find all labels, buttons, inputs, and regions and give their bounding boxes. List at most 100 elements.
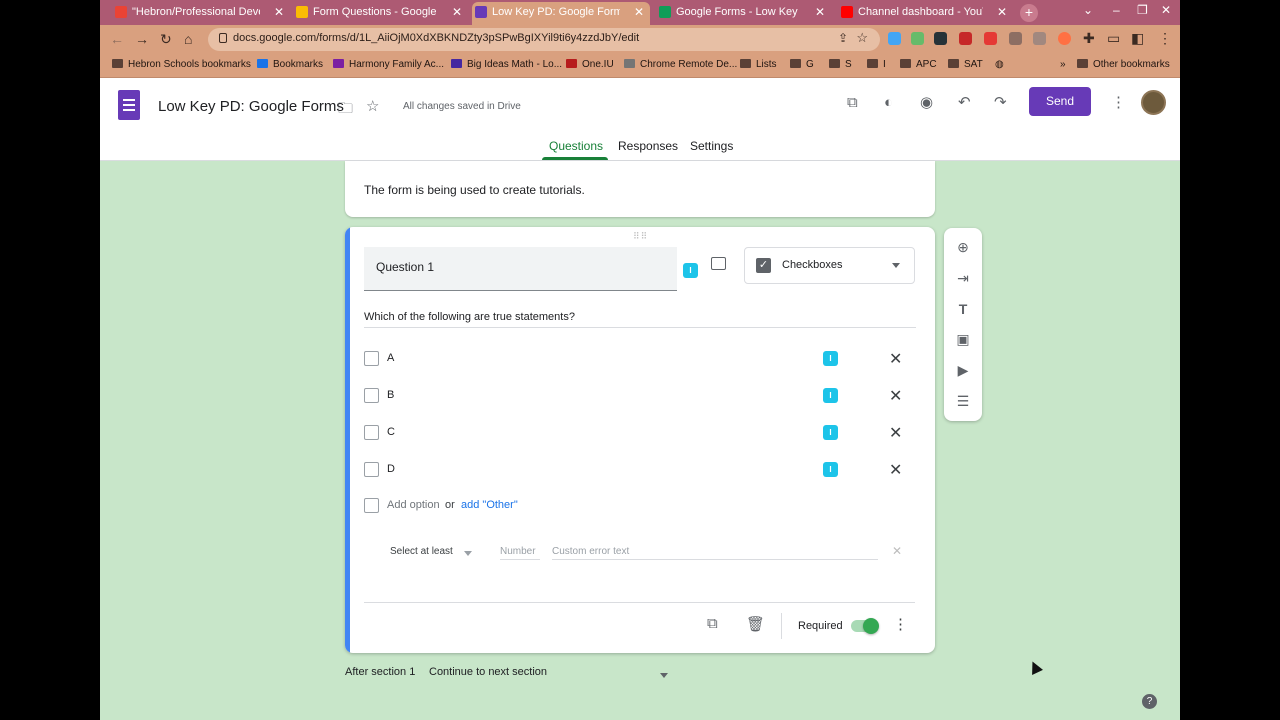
- add-option-button[interactable]: Add option: [387, 499, 440, 511]
- required-toggle[interactable]: [851, 618, 879, 634]
- question-card[interactable]: ⠿⠿ Question 1 I ✓ Checkboxes Which of th…: [345, 227, 935, 653]
- equation-tag-icon[interactable]: I: [823, 425, 838, 440]
- forward-icon[interactable]: →: [135, 31, 149, 47]
- delete-icon[interactable]: 🗑: [746, 615, 765, 633]
- close-icon[interactable]: ✕: [997, 2, 1007, 22]
- close-icon[interactable]: ✕: [815, 2, 825, 22]
- custom-error-input[interactable]: Custom error text: [552, 546, 878, 560]
- chrome-menu-icon[interactable]: ⋮: [1158, 30, 1172, 47]
- remove-option-icon[interactable]: ✕: [889, 349, 902, 369]
- bookmark-item[interactable]: G: [790, 59, 814, 70]
- palette-icon[interactable]: ◐: [884, 94, 893, 111]
- remove-option-icon[interactable]: ✕: [889, 386, 902, 406]
- redo-icon[interactable]: ↷: [994, 93, 1007, 111]
- question-description-field[interactable]: Which of the following are true statemen…: [364, 311, 916, 328]
- extension-icon[interactable]: [1033, 32, 1046, 45]
- tab-questions[interactable]: Questions: [549, 139, 603, 153]
- bookmark-item[interactable]: One.IU: [566, 59, 614, 70]
- extension-icon[interactable]: [911, 32, 924, 45]
- question-type-dropdown[interactable]: ✓ Checkboxes: [744, 247, 915, 284]
- equation-tag-icon[interactable]: I: [823, 351, 838, 366]
- extension-icon[interactable]: [1058, 32, 1071, 45]
- add-section-icon[interactable]: ☰: [955, 393, 971, 409]
- bookmark-item[interactable]: Bookmarks: [257, 59, 323, 70]
- validation-rule-dropdown[interactable]: Select at least: [390, 546, 453, 557]
- bookmark-star-icon[interactable]: ☆: [856, 30, 868, 46]
- google-forms-logo-icon[interactable]: [118, 90, 140, 120]
- address-bar[interactable]: docs.google.com/forms/d/1L_AiiOjM0XdXBKN…: [208, 28, 880, 51]
- browser-tab-active[interactable]: Low Key PD: Google Forms - Goo ✕: [472, 2, 650, 25]
- undo-icon[interactable]: ↶: [958, 93, 971, 111]
- new-tab-button[interactable]: +: [1020, 4, 1038, 22]
- close-window-icon[interactable]: ✕: [1161, 3, 1171, 17]
- share-icon[interactable]: ⇪: [838, 31, 848, 45]
- browser-toolbar: ← → ↻ ⌂ docs.google.com/forms/d/1L_AiiOj…: [100, 25, 1180, 54]
- bookmark-item[interactable]: APC: [900, 59, 937, 70]
- preview-eye-icon[interactable]: ◉: [920, 93, 933, 111]
- globe-icon[interactable]: ◍: [995, 59, 1004, 70]
- reload-icon[interactable]: ↻: [160, 31, 172, 48]
- bookmark-item[interactable]: Lists: [740, 59, 777, 70]
- star-icon[interactable]: ☆: [366, 97, 379, 115]
- remove-option-icon[interactable]: ✕: [889, 423, 902, 443]
- add-ons-icon[interactable]: ⧉: [847, 94, 858, 111]
- home-icon[interactable]: ⌂: [184, 31, 192, 47]
- more-options-icon[interactable]: ⋮: [1111, 93, 1126, 111]
- form-title[interactable]: Low Key PD: Google Forms: [158, 98, 344, 115]
- bookmark-item[interactable]: S: [829, 59, 852, 70]
- import-questions-icon[interactable]: ⇥: [955, 270, 971, 286]
- more-options-icon[interactable]: ⋮: [893, 615, 908, 633]
- extension-icon[interactable]: [1009, 32, 1022, 45]
- drag-handle-icon[interactable]: ⠿⠿: [633, 231, 648, 242]
- browser-tab[interactable]: Google Forms - Low Key PD Ide ✕: [656, 2, 831, 25]
- form-title-card[interactable]: The form is being used to create tutoria…: [345, 161, 935, 217]
- extensions-puzzle-icon[interactable]: ✚: [1083, 30, 1095, 47]
- cast-icon[interactable]: ▭: [1107, 30, 1120, 47]
- help-icon[interactable]: ?: [1142, 694, 1157, 709]
- duplicate-icon[interactable]: ⧉: [707, 615, 718, 632]
- remove-option-icon[interactable]: ✕: [889, 460, 902, 480]
- bookmark-item[interactable]: Chrome Remote De...: [624, 59, 737, 70]
- tab-search-icon[interactable]: ⌄: [1083, 3, 1093, 17]
- extension-icon[interactable]: [934, 32, 947, 45]
- restore-icon[interactable]: ❐: [1137, 3, 1148, 17]
- validation-number-input[interactable]: Number: [500, 546, 540, 560]
- bookmark-item[interactable]: Hebron Schools bookmarks: [112, 59, 251, 70]
- bookmark-item[interactable]: Big Ideas Math - Lo...: [451, 59, 562, 70]
- bookmark-item[interactable]: I: [867, 59, 886, 70]
- close-icon[interactable]: ✕: [634, 2, 644, 22]
- bookmark-item[interactable]: SAT: [948, 59, 983, 70]
- add-image-icon[interactable]: ▣: [955, 331, 971, 347]
- avatar[interactable]: [1141, 90, 1166, 115]
- add-question-icon[interactable]: ⊕: [955, 239, 971, 255]
- extension-icon[interactable]: [984, 32, 997, 45]
- equation-tag-icon[interactable]: I: [683, 263, 698, 278]
- bookmark-item[interactable]: Other bookmarks: [1077, 59, 1170, 70]
- close-icon[interactable]: ✕: [452, 2, 462, 22]
- browser-tab[interactable]: Channel dashboard - YouTube S ✕: [838, 2, 1013, 25]
- bookmark-item[interactable]: Harmony Family Ac...: [333, 59, 444, 70]
- tab-settings[interactable]: Settings: [690, 139, 733, 153]
- browser-tab[interactable]: "Hebron/Professional Developm ✕: [112, 2, 290, 25]
- minimize-icon[interactable]: –: [1113, 3, 1120, 17]
- equation-tag-icon[interactable]: I: [823, 462, 838, 477]
- extension-icon[interactable]: [888, 32, 901, 45]
- close-icon[interactable]: ✕: [274, 2, 284, 22]
- extension-icon[interactable]: [959, 32, 972, 45]
- side-panel-icon[interactable]: ◧: [1131, 30, 1144, 47]
- equation-tag-icon[interactable]: I: [823, 388, 838, 403]
- tab-responses[interactable]: Responses: [618, 139, 678, 153]
- close-icon[interactable]: ✕: [892, 544, 902, 558]
- question-title-field[interactable]: Question 1: [364, 247, 677, 291]
- add-video-icon[interactable]: ▶: [955, 362, 971, 378]
- folder-icon[interactable]: 🗀: [338, 98, 353, 123]
- send-button[interactable]: Send: [1029, 87, 1091, 116]
- form-description[interactable]: The form is being used to create tutoria…: [364, 183, 585, 197]
- more-bookmarks-icon[interactable]: »: [1060, 59, 1066, 70]
- after-section-dropdown[interactable]: Continue to next section: [429, 666, 547, 678]
- browser-tab[interactable]: Form Questions - Google Drive ✕: [293, 2, 468, 25]
- add-title-icon[interactable]: T: [955, 301, 971, 317]
- add-image-icon[interactable]: [711, 257, 726, 270]
- add-other-link[interactable]: add "Other": [461, 499, 518, 511]
- back-icon[interactable]: ←: [110, 31, 124, 47]
